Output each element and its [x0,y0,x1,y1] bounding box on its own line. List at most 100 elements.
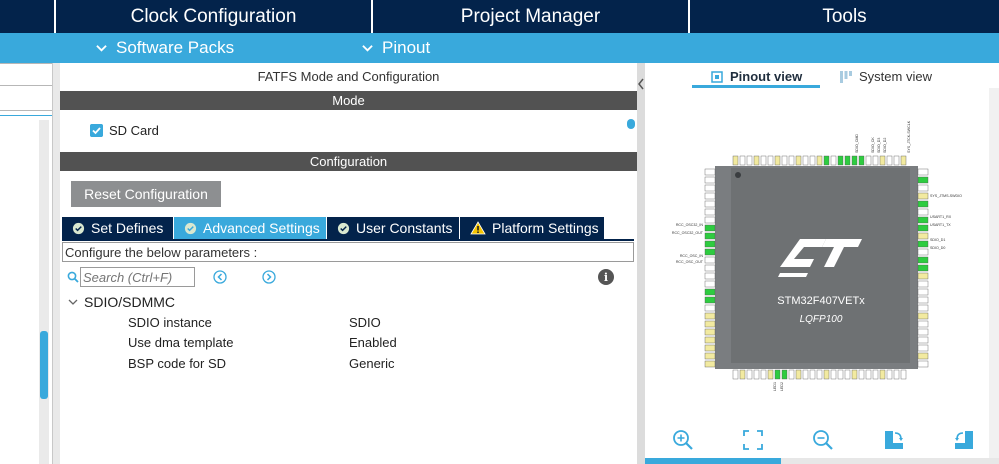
mcu-pinout-diagram[interactable]: STM32F407VETx LQFP100 RCC_OSC32_IN RCC_OS… [645,63,999,464]
pin[interactable] [781,369,788,380]
pin[interactable] [893,155,900,166]
pin[interactable] [816,369,823,380]
pin[interactable] [865,155,872,166]
pin[interactable] [858,369,865,380]
pin[interactable] [917,296,929,304]
pin[interactable] [781,155,788,166]
tab-user-constants[interactable]: User Constants [327,217,459,239]
pin[interactable] [816,155,823,166]
chevron-left-icon[interactable] [637,77,645,91]
pin[interactable] [917,232,929,240]
left-pins[interactable] [704,168,716,368]
pin[interactable] [917,312,929,320]
tab-set-defines[interactable]: Set Defines [62,217,173,239]
horizontal-scrollbar-thumb[interactable] [645,458,781,464]
pin[interactable] [802,155,809,166]
pin[interactable] [900,155,907,166]
pin[interactable] [760,155,767,166]
pin[interactable] [917,288,929,296]
previous-match-icon[interactable] [213,270,227,284]
pin[interactable] [886,369,893,380]
pin[interactable] [704,168,716,176]
pin[interactable] [830,369,837,380]
pin[interactable] [917,256,929,264]
pin[interactable] [879,155,886,166]
pin[interactable] [917,272,929,280]
panel-splitter[interactable] [52,63,60,464]
zoom-out-icon[interactable] [812,429,834,451]
software-packs-menu[interactable]: Software Packs [96,33,234,63]
pin[interactable] [917,168,929,176]
mode-scrollbar-thumb[interactable] [627,119,635,129]
pin[interactable] [795,369,802,380]
pin[interactable] [774,369,781,380]
pin[interactable] [844,369,851,380]
pin[interactable] [917,176,929,184]
pin[interactable] [753,155,760,166]
pin[interactable] [917,336,929,344]
pin[interactable] [704,312,716,320]
pin[interactable] [917,360,929,368]
pin[interactable] [917,224,929,232]
pin[interactable] [704,280,716,288]
bottom-pins[interactable] [732,369,907,380]
pin[interactable] [917,192,929,200]
pin[interactable] [900,369,907,380]
pin[interactable] [858,155,865,166]
pin[interactable] [795,155,802,166]
tab-clock-configuration[interactable]: Clock Configuration [56,0,371,33]
pin[interactable] [732,369,739,380]
tab-tools[interactable]: Tools [690,0,999,33]
pin[interactable] [844,155,851,166]
pin[interactable] [704,272,716,280]
pin[interactable] [809,369,816,380]
pin[interactable] [802,369,809,380]
pin[interactable] [917,264,929,272]
rotate-right-icon[interactable] [883,429,905,451]
pin[interactable] [917,344,929,352]
pin[interactable] [732,155,739,166]
pin[interactable] [704,344,716,352]
pin[interactable] [704,232,716,240]
next-match-icon[interactable] [262,270,276,284]
chevron-down-icon[interactable] [68,297,78,307]
pin[interactable] [704,352,716,360]
fit-screen-icon[interactable] [742,429,764,451]
pin[interactable] [704,288,716,296]
pin[interactable] [917,184,929,192]
pin[interactable] [704,256,716,264]
pin[interactable] [788,155,795,166]
pin[interactable] [739,155,746,166]
tab-advanced-settings[interactable]: Advanced Settings [174,217,326,239]
pin[interactable] [886,155,893,166]
pin[interactable] [851,369,858,380]
info-icon[interactable]: i [598,269,614,285]
pin[interactable] [767,369,774,380]
pin[interactable] [704,216,716,224]
pin[interactable] [917,200,929,208]
pin[interactable] [704,304,716,312]
pin[interactable] [753,369,760,380]
rotate-left-icon[interactable] [953,429,975,451]
pin[interactable] [704,184,716,192]
pin[interactable] [837,155,844,166]
pin[interactable] [704,208,716,216]
pinout-menu[interactable]: Pinout [362,33,430,63]
pin[interactable] [917,240,929,248]
pin[interactable] [704,192,716,200]
pin[interactable] [704,360,716,368]
pin[interactable] [774,155,781,166]
panel-splitter[interactable] [637,63,645,464]
pin[interactable] [823,369,830,380]
pin[interactable] [704,296,716,304]
pin[interactable] [746,369,753,380]
pin[interactable] [739,369,746,380]
pin[interactable] [704,200,716,208]
pin[interactable] [837,369,844,380]
pin[interactable] [917,328,929,336]
pin[interactable] [767,155,774,166]
pin[interactable] [704,328,716,336]
top-pins[interactable] [732,155,907,166]
pin[interactable] [704,320,716,328]
pin[interactable] [823,155,830,166]
